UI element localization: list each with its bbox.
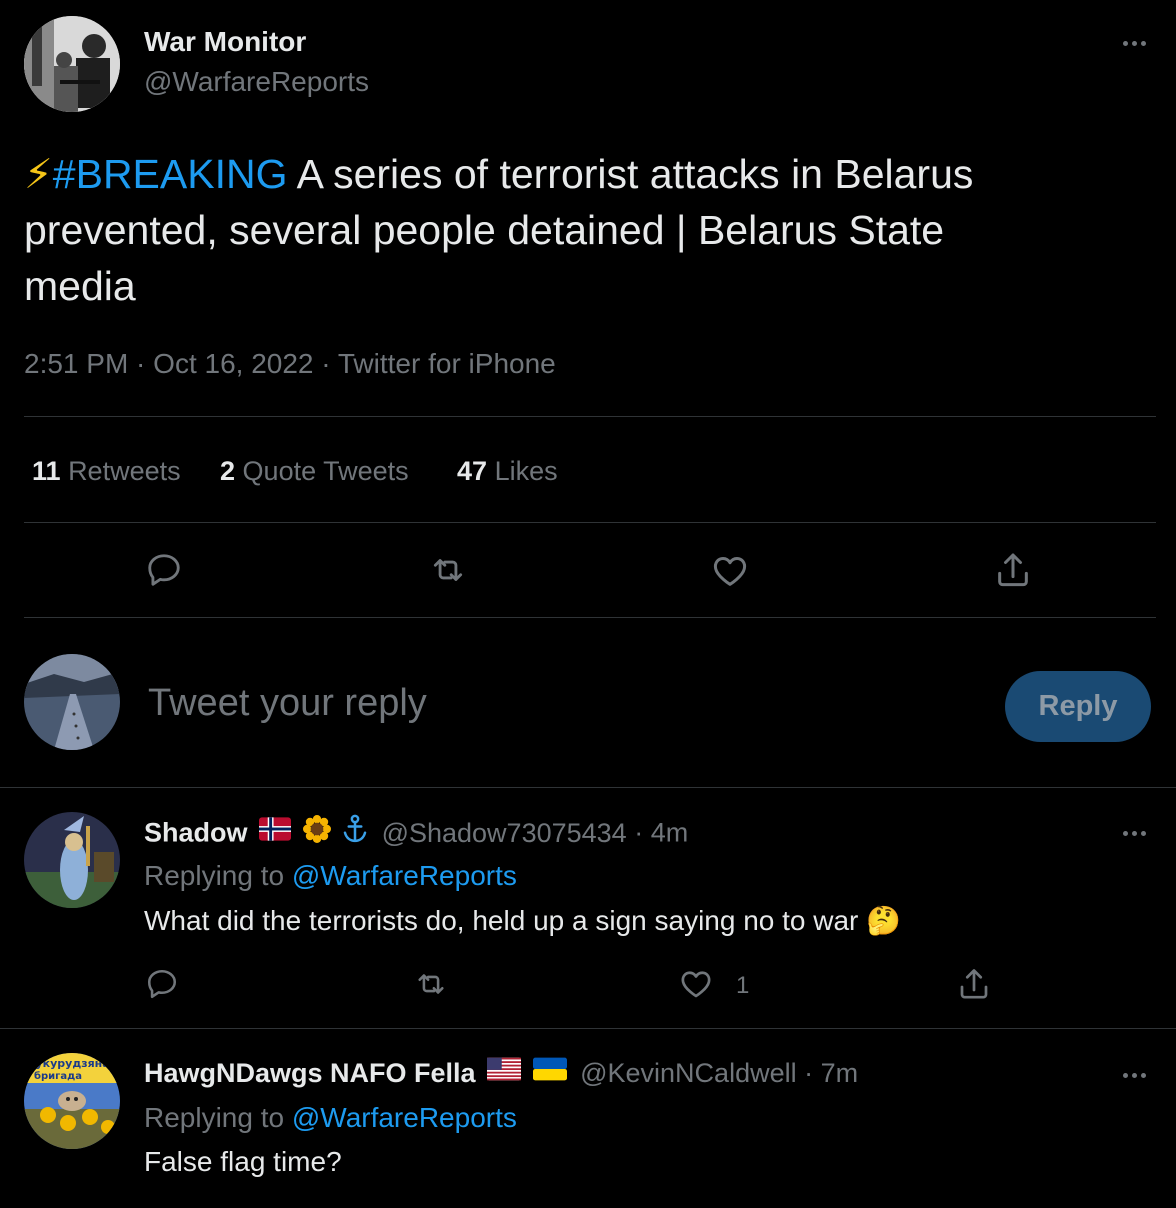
tweet-text-line-1: ⚡#BREAKING A series of terrorist attacks… xyxy=(24,146,1154,202)
author-name[interactable]: War Monitor xyxy=(144,26,306,58)
share-icon[interactable] xyxy=(955,964,993,1004)
sunflower-icon xyxy=(302,815,331,850)
replying-to-prefix: Replying to xyxy=(144,1102,285,1133)
author-handle[interactable]: @WarfareReports xyxy=(144,66,369,98)
retweets-stat[interactable]: 11 Retweets xyxy=(32,456,181,487)
reply-input[interactable]: Tweet your reply xyxy=(148,682,427,725)
anchor-icon xyxy=(342,814,368,851)
retweets-label: Retweets xyxy=(68,456,181,486)
reply-avatar[interactable]: кукурудзяна бригада xyxy=(24,1053,120,1149)
likes-stat[interactable]: 47 Likes xyxy=(457,456,558,487)
retweet-icon[interactable] xyxy=(411,966,451,1002)
quote-tweets-count: 2 xyxy=(220,456,236,486)
reply-text: False flag time? xyxy=(144,1146,342,1177)
replying-to: Replying to @WarfareReports xyxy=(144,1102,517,1134)
reply-icon[interactable] xyxy=(144,966,180,1002)
reply-author-name[interactable]: HawgNDawgs NAFO Fella xyxy=(144,1058,476,1088)
author-avatar[interactable] xyxy=(24,16,120,112)
reply-age[interactable]: · 7m xyxy=(804,1058,858,1088)
quote-tweets-stat[interactable]: 2 Quote Tweets xyxy=(220,456,409,487)
retweets-count: 11 xyxy=(32,456,61,486)
tweet-timestamp[interactable]: 2:51 PM · Oct 16, 2022 · Twitter for iPh… xyxy=(24,348,556,380)
more-options-icon[interactable] xyxy=(1114,818,1154,848)
reply-author-handle[interactable]: @Shadow73075434 xyxy=(382,818,627,848)
replying-to: Replying to @WarfareReports xyxy=(144,860,517,892)
tweet-text: ⚡#BREAKING A series of terrorist attacks… xyxy=(24,146,1154,314)
likes-label: Likes xyxy=(494,456,558,486)
more-options-icon[interactable] xyxy=(1114,1060,1154,1090)
avatar-text-line-1: кукурудзяна xyxy=(28,1057,110,1070)
reply-header: Shadow @Shadow73075434 · 4m xyxy=(144,814,688,853)
divider xyxy=(0,1028,1176,1029)
reply-avatar-image: кукурудзяна бригада xyxy=(24,1053,120,1149)
reply-text: What did the terrorists do, held up a si… xyxy=(144,904,901,937)
tweet-text-line-2: prevented, several people detained | Bel… xyxy=(24,207,945,253)
like-icon[interactable] xyxy=(709,550,751,592)
share-icon[interactable] xyxy=(992,548,1034,592)
tweet-text-line-3: media xyxy=(24,263,136,309)
divider xyxy=(24,416,1156,417)
user-avatar[interactable] xyxy=(24,654,120,750)
reply-avatar-image xyxy=(24,812,120,908)
reply-author-name[interactable]: Shadow xyxy=(144,818,248,848)
replying-to-prefix: Replying to xyxy=(144,860,285,891)
reply-text-body: What did the terrorists do, held up a si… xyxy=(144,905,859,936)
lightning-emoji: ⚡ xyxy=(24,151,53,197)
avatar-text-line-2: бригада xyxy=(34,1070,82,1082)
tweet-text-segment: A series of terrorist attacks in Belarus xyxy=(287,151,974,197)
likes-count: 47 xyxy=(457,456,488,486)
reply-button[interactable]: Reply xyxy=(1005,671,1151,742)
hashtag-link[interactable]: #BREAKING xyxy=(53,151,288,197)
reply-age[interactable]: · 4m xyxy=(634,818,688,848)
quote-tweets-label: Quote Tweets xyxy=(242,456,409,486)
replying-to-link[interactable]: @WarfareReports xyxy=(292,1102,517,1133)
author-avatar-image xyxy=(24,16,120,112)
user-avatar-image xyxy=(24,654,120,750)
reply-avatar[interactable] xyxy=(24,812,120,908)
reply-button-label: Reply xyxy=(1038,690,1118,722)
divider xyxy=(0,787,1176,788)
reply-author-handle[interactable]: @KevinNCaldwell xyxy=(580,1058,797,1088)
ukraine-flag-icon xyxy=(532,1057,567,1088)
norway-flag-icon xyxy=(259,817,292,848)
divider xyxy=(24,522,1156,523)
retweet-icon[interactable] xyxy=(426,550,470,590)
divider xyxy=(24,617,1156,618)
like-icon[interactable] xyxy=(677,965,715,1003)
us-flag-icon xyxy=(487,1057,522,1088)
more-options-icon[interactable] xyxy=(1114,28,1154,58)
reply-header: HawgNDawgs NAFO Fella @KevinNCaldwell · … xyxy=(144,1058,858,1090)
like-count: 1 xyxy=(736,972,750,999)
reply-icon[interactable] xyxy=(144,550,184,590)
replying-to-link[interactable]: @WarfareReports xyxy=(292,860,517,891)
thinking-face-emoji: 🤔 xyxy=(866,905,902,936)
